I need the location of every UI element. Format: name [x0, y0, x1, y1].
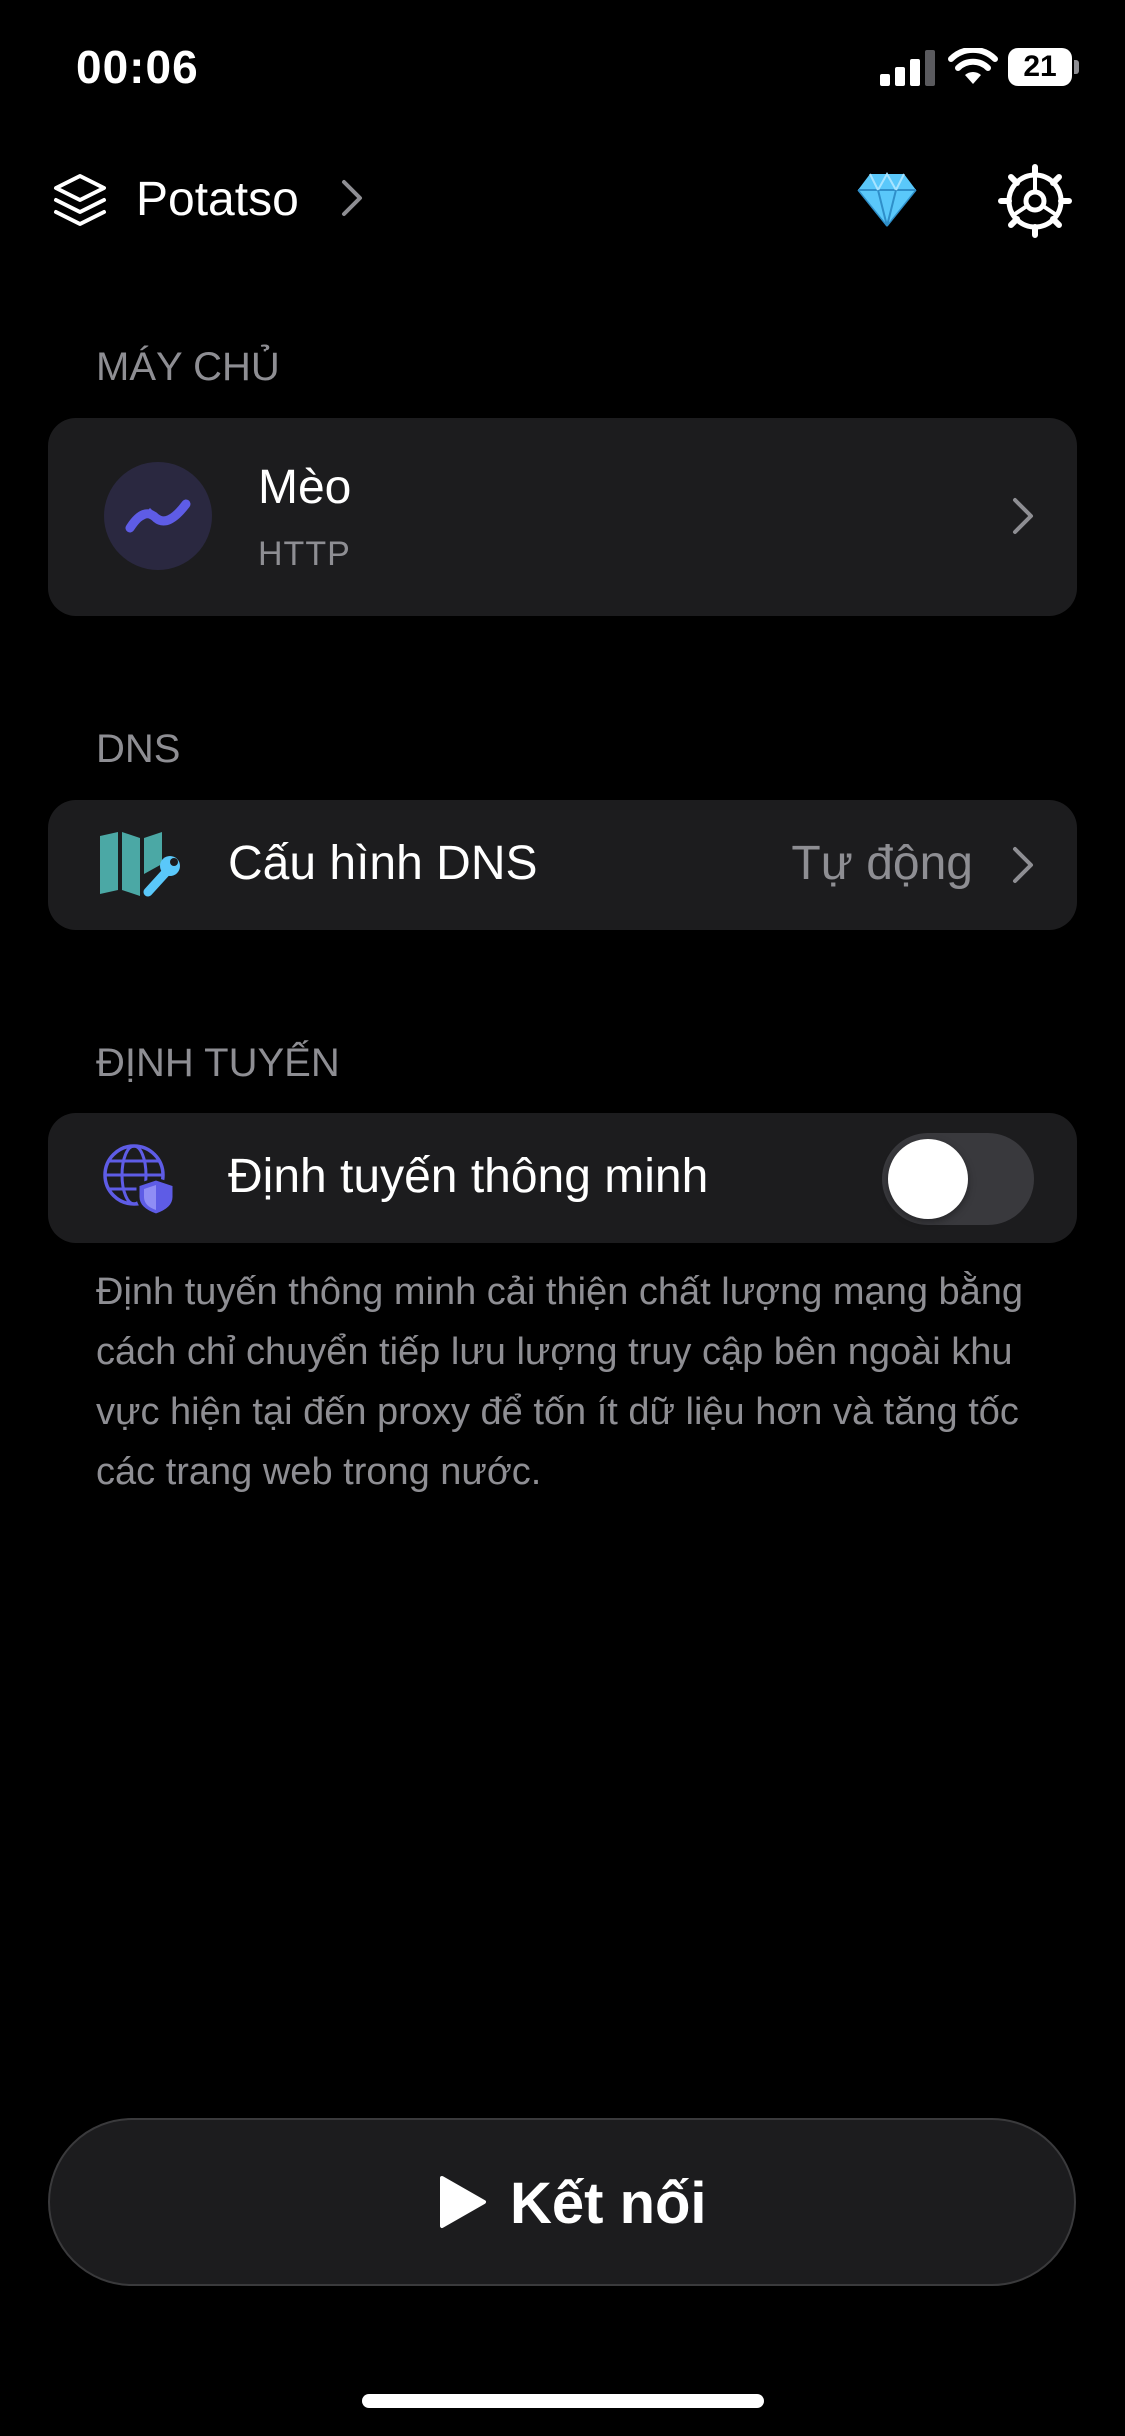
dns-section-header: DNS	[96, 727, 181, 771]
globe-shield-icon	[103, 1144, 176, 1215]
layers-icon[interactable]	[52, 172, 108, 228]
dns-label: Cấu hình DNS	[228, 837, 538, 890]
battery-tip	[1074, 60, 1079, 74]
server-section-header: MÁY CHỦ	[96, 345, 280, 389]
smart-routing-row: Định tuyến thông minh	[48, 1113, 1077, 1243]
battery-icon: 21	[1008, 48, 1080, 86]
dns-value: Tự động	[791, 837, 973, 890]
gear-icon[interactable]	[998, 164, 1072, 238]
wifi-icon	[948, 48, 998, 84]
chevron-right-icon	[1013, 847, 1033, 883]
server-avatar	[104, 462, 212, 570]
wave-icon	[125, 499, 191, 533]
cellular-signal-icon	[880, 50, 935, 86]
server-type: HTTP	[258, 535, 351, 573]
smart-routing-toggle[interactable]	[882, 1133, 1034, 1225]
toggle-knob	[888, 1139, 968, 1219]
server-row[interactable]: Mèo HTTP	[48, 418, 1077, 616]
chevron-right-icon[interactable]	[340, 174, 364, 222]
chevron-right-icon	[1013, 498, 1033, 534]
connect-button[interactable]: Kết nối	[48, 2118, 1076, 2286]
play-icon	[440, 2176, 486, 2228]
status-time: 00:06	[76, 41, 199, 93]
status-bar: 00:06 21	[0, 0, 1125, 140]
map-wrench-icon	[100, 832, 180, 897]
server-name: Mèo	[258, 461, 352, 514]
header: Potatso	[0, 150, 1125, 250]
smart-routing-label: Định tuyến thông minh	[228, 1150, 709, 1203]
app-title[interactable]: Potatso	[136, 170, 299, 230]
diamond-icon[interactable]	[856, 170, 918, 228]
battery-level: 21	[1008, 48, 1072, 86]
connect-label: Kết nối	[510, 2171, 707, 2236]
smart-routing-description: Định tuyến thông minh cải thiện chất lượ…	[96, 1271, 1024, 1493]
routing-section-header: ĐỊNH TUYẾN	[96, 1041, 340, 1085]
home-indicator[interactable]	[362, 2394, 764, 2408]
dns-config-row[interactable]: Cấu hình DNS Tự động	[48, 800, 1077, 930]
